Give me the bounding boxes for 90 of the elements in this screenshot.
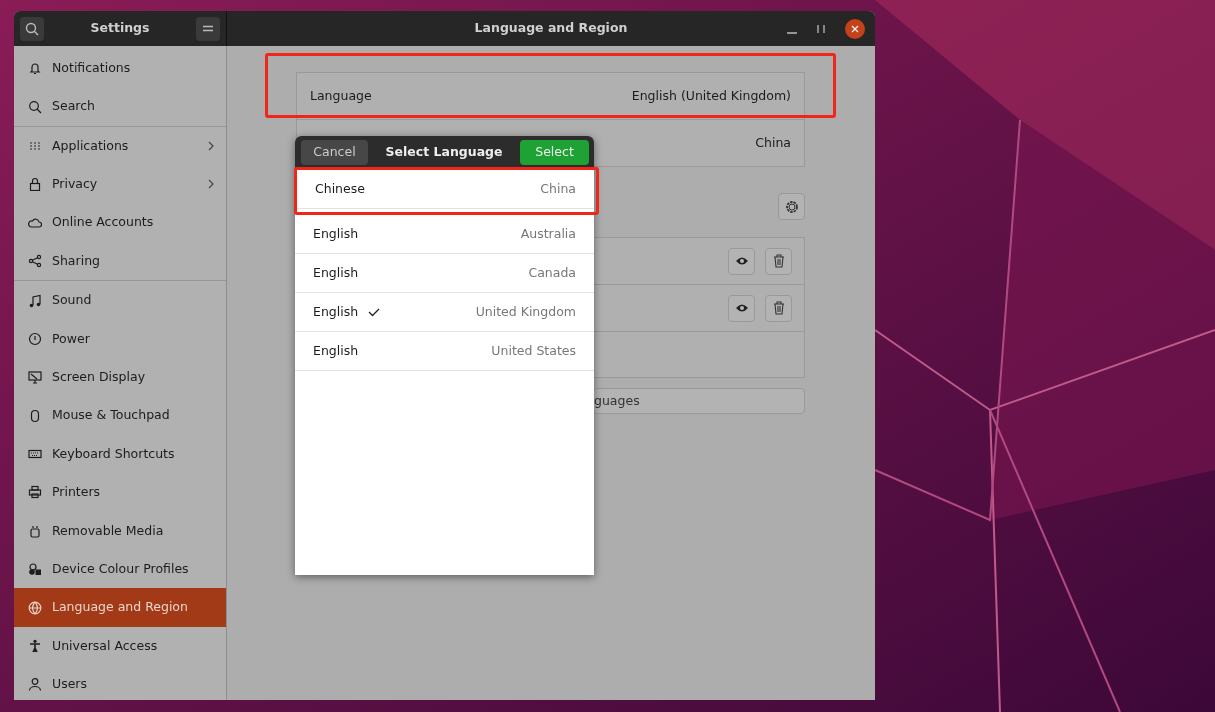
sidebar-label: Printers (52, 483, 102, 502)
search-icon (28, 99, 42, 114)
sidebar-label: Universal Access (52, 636, 159, 655)
language-name: English (313, 263, 359, 282)
region-name: United States (491, 341, 576, 360)
sidebar-label: Keyboard Shortcuts (52, 444, 176, 463)
region-name: China (540, 179, 576, 198)
trash-icon (772, 301, 785, 315)
setting-value: English (United Kingdom) (631, 86, 791, 105)
language-option[interactable]: English United Kingdom (295, 293, 594, 332)
region-name: Australia (520, 224, 576, 243)
language-name: English (313, 224, 359, 243)
power-icon (28, 331, 42, 346)
sidebar-label: Users (52, 675, 88, 694)
color-profile-icon (28, 562, 42, 577)
settings-button[interactable] (778, 193, 805, 220)
mouse-icon (28, 408, 42, 423)
minimize-icon (787, 31, 797, 34)
music-note-icon (28, 293, 42, 308)
usb-drive-icon (28, 523, 42, 538)
menu-icon (202, 24, 214, 33)
sidebar-item[interactable]: Search (14, 87, 226, 126)
sidebar-label: Privacy (52, 175, 99, 193)
sidebar-item[interactable]: Printers (14, 473, 226, 512)
sidebar-item[interactable]: Applications (14, 126, 226, 166)
remove-button[interactable] (765, 247, 792, 275)
setting-value: China (755, 133, 791, 152)
region-name: United Kingdom (475, 302, 576, 321)
sidebar-label: Removable Media (52, 521, 165, 540)
menu-button[interactable] (196, 16, 220, 41)
sidebar-item[interactable]: Privacy (14, 165, 226, 204)
language-option[interactable]: English Canada (295, 254, 594, 293)
sidebar-item[interactable]: Sound (14, 281, 226, 320)
region-name: Canada (528, 263, 576, 282)
remove-button[interactable] (765, 294, 792, 322)
manage-languages-button[interactable]: guages (593, 388, 805, 414)
window-title: Language and Region (474, 19, 628, 38)
trash-icon (772, 254, 785, 268)
preview-button[interactable] (728, 247, 755, 275)
user-icon (28, 677, 42, 692)
lock-icon (28, 177, 42, 192)
sidebar-label: Language and Region (52, 598, 189, 617)
globe-icon (28, 600, 42, 615)
sidebar-label: Mouse & Touchpad (52, 406, 171, 425)
sidebar-label: Sound (52, 291, 93, 310)
sidebar-label: Screen Display (52, 367, 147, 386)
sidebar-item[interactable]: Users (14, 665, 226, 700)
language-name: English (313, 341, 359, 360)
sidebar-label: Sharing (52, 251, 101, 270)
language-name: English (313, 302, 359, 321)
sidebar-title: Settings (90, 19, 150, 38)
preview-button[interactable] (728, 294, 755, 322)
sidebar-label: Power (52, 329, 91, 348)
eye-icon (734, 256, 749, 266)
share-icon (28, 254, 42, 269)
sidebar-item[interactable]: Removable Media (14, 511, 226, 551)
language-option[interactable]: Chinese China (297, 170, 594, 209)
sidebar-label: Online Accounts (52, 213, 155, 232)
printer-icon (28, 485, 42, 500)
monitor-icon (28, 370, 42, 385)
search-button[interactable] (20, 16, 44, 41)
eye-icon (734, 303, 749, 313)
cancel-button[interactable]: Cancel (301, 140, 368, 165)
sidebar-item[interactable]: Screen Display (14, 358, 226, 397)
close-button[interactable] (845, 18, 865, 39)
sidebar-item[interactable]: Device Colour Profiles (14, 550, 226, 589)
sidebar-label: Applications (52, 136, 130, 155)
language-option[interactable]: English United States (295, 332, 594, 371)
sidebar-item[interactable]: Online Accounts (14, 203, 226, 242)
sidebar-item[interactable]: Mouse & Touchpad (14, 396, 226, 435)
sidebar-item[interactable]: Notifications (14, 49, 226, 88)
maximize-icon (817, 23, 825, 34)
sidebar-item[interactable]: Sharing (14, 241, 226, 281)
language-name: Chinese (315, 179, 365, 198)
sidebar-label: Device Colour Profiles (52, 559, 190, 578)
sidebar-item[interactable]: Keyboard Shortcuts (14, 434, 226, 474)
dialog-title: Select Language (385, 143, 503, 162)
language-option[interactable]: English Australia (295, 215, 594, 254)
search-icon (25, 21, 39, 36)
sidebar-label: Notifications (52, 58, 132, 77)
sidebar-item[interactable]: Language and Region (14, 588, 226, 627)
gear-icon (784, 199, 799, 214)
person-icon (28, 639, 42, 654)
bell-icon (28, 61, 42, 76)
close-icon (851, 24, 859, 33)
maximize-button[interactable] (817, 23, 825, 34)
sidebar-item[interactable]: Power (14, 319, 226, 359)
sidebar-item[interactable]: Universal Access (14, 626, 226, 666)
sidebar-label: Search (52, 97, 96, 116)
setting-label: Language (310, 86, 372, 105)
